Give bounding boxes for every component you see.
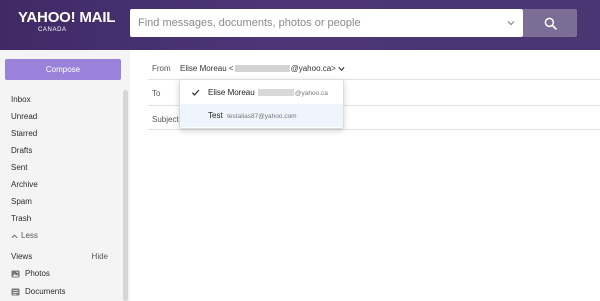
search-button[interactable] [523, 9, 577, 37]
from-option-email: @yahoo.ca [294, 90, 328, 97]
sidebar-item-starred[interactable]: Starred [11, 125, 38, 142]
document-icon [11, 287, 20, 296]
sidebar-scrollbar[interactable] [123, 90, 128, 301]
sidebar-item-inbox[interactable]: Inbox [11, 91, 38, 108]
logo-region: CANADA [38, 27, 67, 33]
logo-text: YAHOO! MAIL [18, 9, 116, 26]
subject-label: Subject [152, 115, 179, 124]
checkmark-icon [191, 89, 200, 96]
yahoo-mail-logo[interactable]: YAHOO! MAIL CANADA [18, 10, 115, 34]
sidebar-item-drafts[interactable]: Drafts [11, 142, 38, 159]
from-dropdown-menu: Elise Moreau @yahoo.ca Test testalias87@… [179, 79, 344, 129]
chevron-up-icon [11, 233, 18, 238]
from-option-label: Test testalias87@yahoo.com [208, 111, 297, 120]
search-icon [544, 17, 557, 30]
to-label: To [152, 89, 161, 98]
less-label: Less [21, 231, 38, 240]
views-header: Views Hide [11, 252, 108, 261]
from-option-label: Elise Moreau @yahoo.ca [208, 88, 328, 97]
sidebar-item-sent[interactable]: Sent [11, 159, 38, 176]
folder-list: Inbox Unread Starred Drafts Sent Archive… [11, 91, 38, 244]
photo-icon [11, 269, 20, 278]
compose-button[interactable]: Compose [5, 59, 121, 80]
from-option-name: Test [208, 111, 223, 120]
sidebar-item-label: Photos [25, 269, 50, 278]
redacted-text [257, 89, 294, 97]
header-bar: YAHOO! MAIL CANADA [0, 0, 600, 50]
views-hide-link[interactable]: Hide [92, 252, 108, 261]
views-label: Views [11, 252, 33, 261]
chevron-down-icon[interactable] [505, 17, 517, 29]
from-option-name: Elise Moreau [208, 88, 255, 97]
sidebar-item-photos[interactable]: Photos [11, 269, 50, 278]
sidebar-item-spam[interactable]: Spam [11, 193, 38, 210]
from-name: Elise Moreau < [180, 64, 234, 73]
subject-divider [148, 129, 600, 130]
chevron-down-icon[interactable] [338, 66, 345, 72]
sidebar-item-label: Documents [25, 287, 66, 296]
sidebar-item-archive[interactable]: Archive [11, 176, 38, 193]
sidebar-item-trash[interactable]: Trash [11, 210, 38, 227]
from-label: From [152, 64, 171, 73]
from-option-test[interactable]: Test testalias87@yahoo.com [180, 104, 343, 127]
less-toggle[interactable]: Less [11, 227, 38, 244]
from-domain: @yahoo.ca> [290, 64, 336, 73]
search-input[interactable] [138, 9, 498, 37]
sidebar-item-unread[interactable]: Unread [11, 108, 38, 125]
search-box [130, 9, 523, 37]
from-option-elise[interactable]: Elise Moreau @yahoo.ca [180, 81, 343, 104]
sidebar-item-documents[interactable]: Documents [11, 287, 65, 296]
redacted-text [234, 65, 290, 72]
from-option-email: testalias87@yahoo.com [227, 113, 297, 120]
from-selector[interactable]: Elise Moreau < @yahoo.ca> [180, 64, 345, 73]
